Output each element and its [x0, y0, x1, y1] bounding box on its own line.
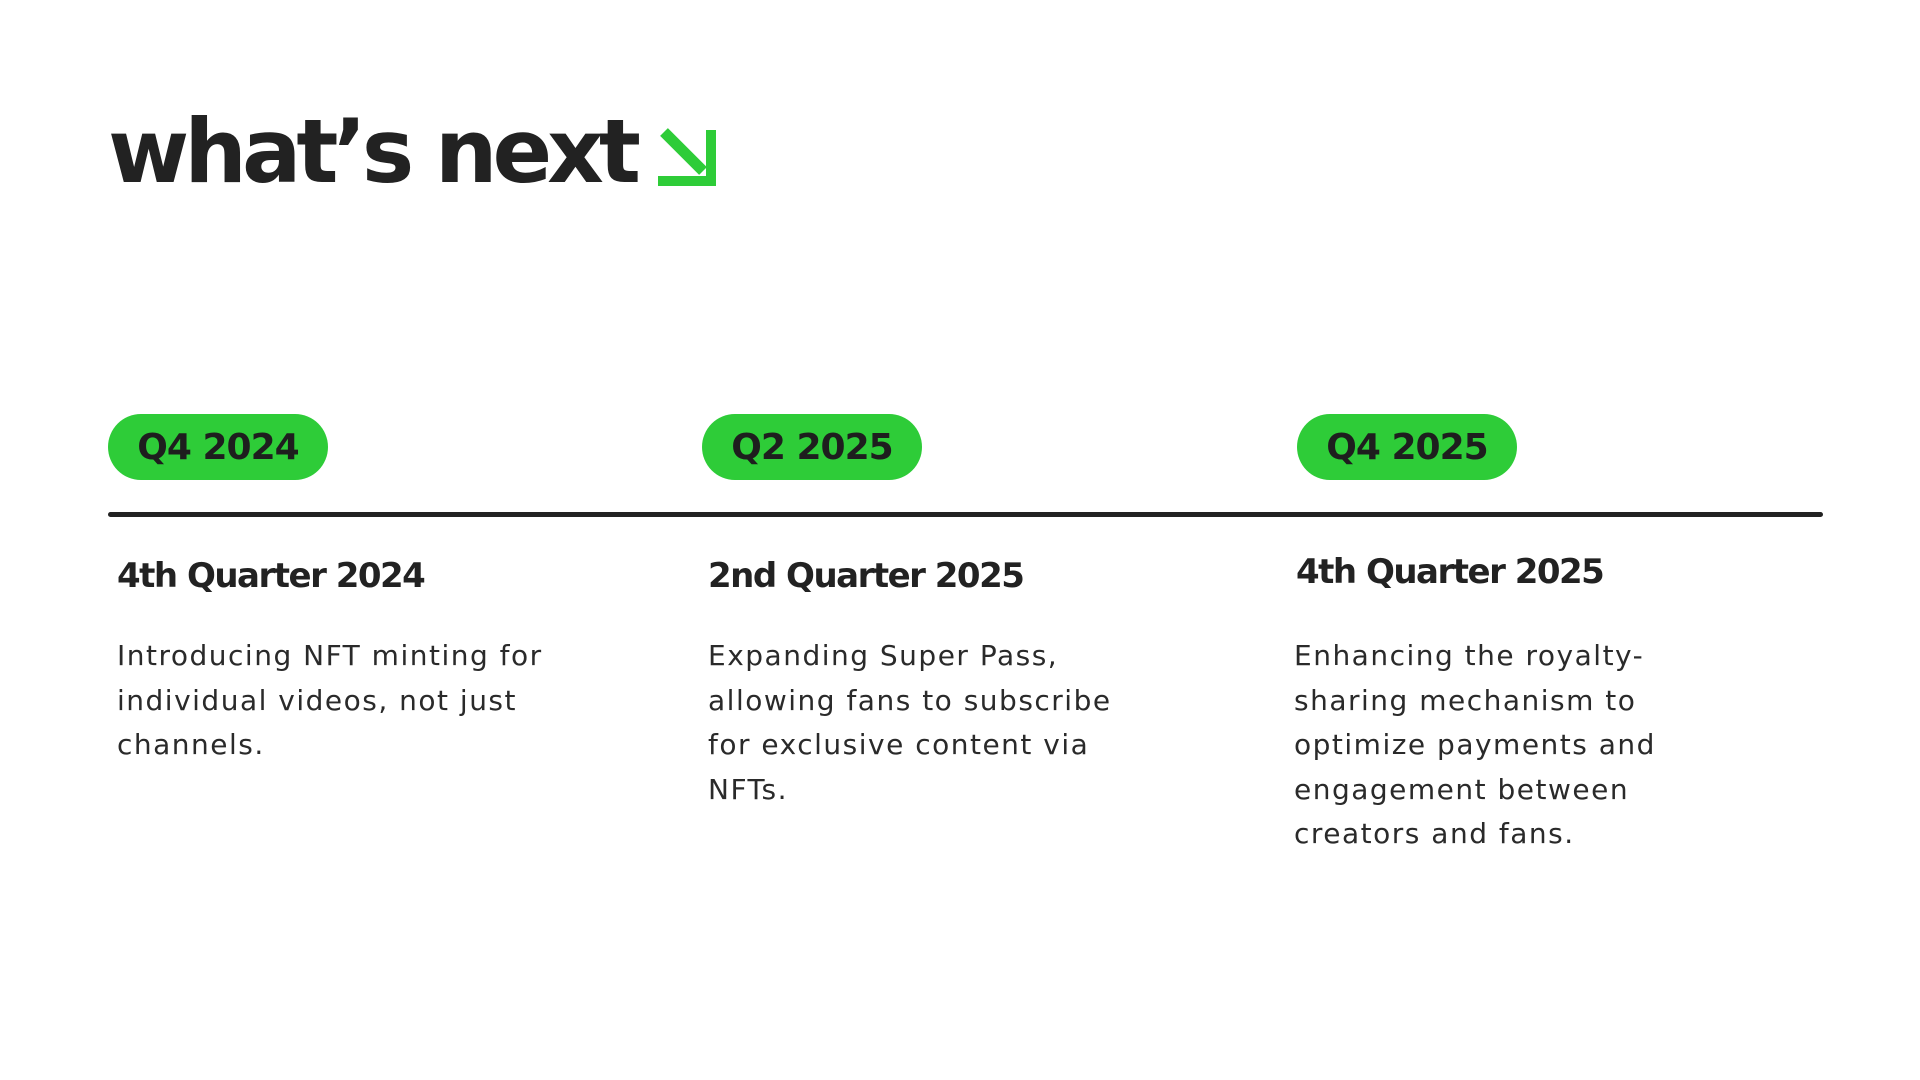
badge-q4-2025: Q4 2025 [1297, 414, 1517, 480]
milestone-heading-1: 4th Quarter 2024 [117, 556, 426, 596]
badge-q2-2025: Q2 2025 [702, 414, 922, 480]
page-title: what’s next [108, 100, 641, 203]
milestone-heading-2: 2nd Quarter 2025 [708, 556, 1025, 596]
milestone-description-2: Expanding Super Pass, allowing fans to s… [708, 639, 1112, 806]
milestone-heading-3: 4th Quarter 2025 [1296, 552, 1605, 592]
arrow-down-right-icon [658, 128, 716, 186]
timeline-divider [108, 512, 1823, 517]
milestone-description-1: Introducing NFT minting for individual v… [117, 639, 543, 761]
badge-q4-2024: Q4 2024 [108, 414, 328, 480]
milestone-description-3: Enhancing the royalty-sharing mechanism … [1294, 639, 1656, 850]
slide-title: what’s next [108, 108, 724, 196]
